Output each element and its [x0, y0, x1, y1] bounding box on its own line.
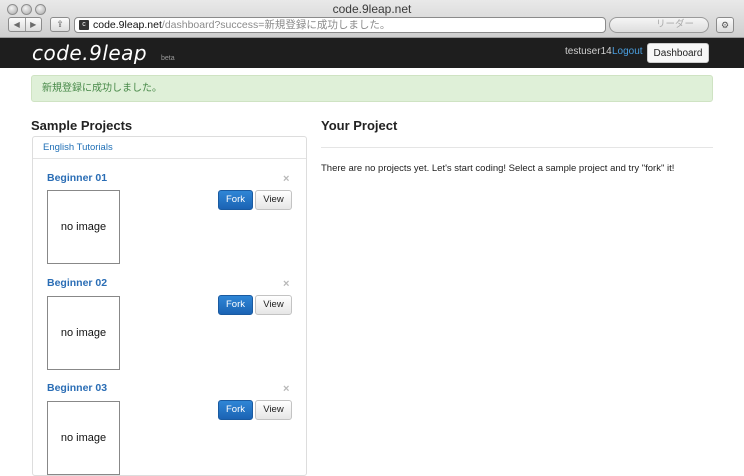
logout-link[interactable]: Logout — [612, 46, 643, 57]
tab-english-tutorials[interactable]: English Tutorials — [43, 142, 113, 153]
close-icon[interactable]: × — [283, 173, 289, 185]
sample-projects-title: Sample Projects — [31, 118, 133, 133]
project-title[interactable]: Beginner 01 — [47, 172, 107, 184]
fork-button[interactable]: Fork — [218, 190, 253, 210]
section-divider — [321, 147, 713, 148]
close-icon[interactable]: × — [283, 383, 289, 395]
address-bar[interactable]: c code.9leap.net/dashboard?success=新規登録に… — [74, 17, 606, 33]
fork-button[interactable]: Fork — [218, 400, 253, 420]
fork-button[interactable]: Fork — [218, 295, 253, 315]
project-title[interactable]: Beginner 03 — [47, 382, 107, 394]
site-navbar: code.9leap beta testuser14 Logout Dashbo… — [0, 38, 744, 68]
success-alert: 新規登録に成功しました。 — [31, 75, 713, 102]
url-path: /dashboard?success=新規登録に成功しました。 — [161, 19, 391, 31]
beta-label: beta — [161, 55, 175, 62]
empty-projects-message: There are no projects yet. Let's start c… — [321, 163, 675, 174]
view-button[interactable]: View — [255, 400, 292, 420]
project-title[interactable]: Beginner 02 — [47, 277, 107, 289]
project-thumbnail: no image — [47, 190, 120, 264]
site-logo[interactable]: code.9leap — [32, 41, 147, 65]
browser-titlebar: code.9leap.net ◀ ▶ ⇪ c code.9leap.net/da… — [0, 0, 744, 38]
view-button[interactable]: View — [255, 190, 292, 210]
share-icon[interactable]: ⇪ — [50, 17, 70, 32]
url-host: code.9leap.net — [93, 19, 162, 31]
window-title: code.9leap.net — [332, 2, 412, 16]
project-thumbnail: no image — [47, 401, 120, 475]
favicon-icon: c — [79, 20, 89, 30]
forward-icon[interactable]: ▶ — [24, 18, 42, 31]
dashboard-button[interactable]: Dashboard — [647, 43, 709, 63]
username-label: testuser14 — [565, 46, 612, 57]
view-button[interactable]: View — [255, 295, 292, 315]
close-icon[interactable]: × — [283, 278, 289, 290]
project-thumbnail: no image — [47, 296, 120, 370]
panel-divider — [33, 158, 306, 159]
gear-icon[interactable]: ⚙ — [716, 17, 734, 33]
your-project-title: Your Project — [321, 118, 398, 133]
reader-button[interactable]: リーダー — [609, 17, 709, 33]
back-icon[interactable]: ◀ — [9, 18, 25, 31]
history-nav: ◀ ▶ — [8, 17, 42, 32]
